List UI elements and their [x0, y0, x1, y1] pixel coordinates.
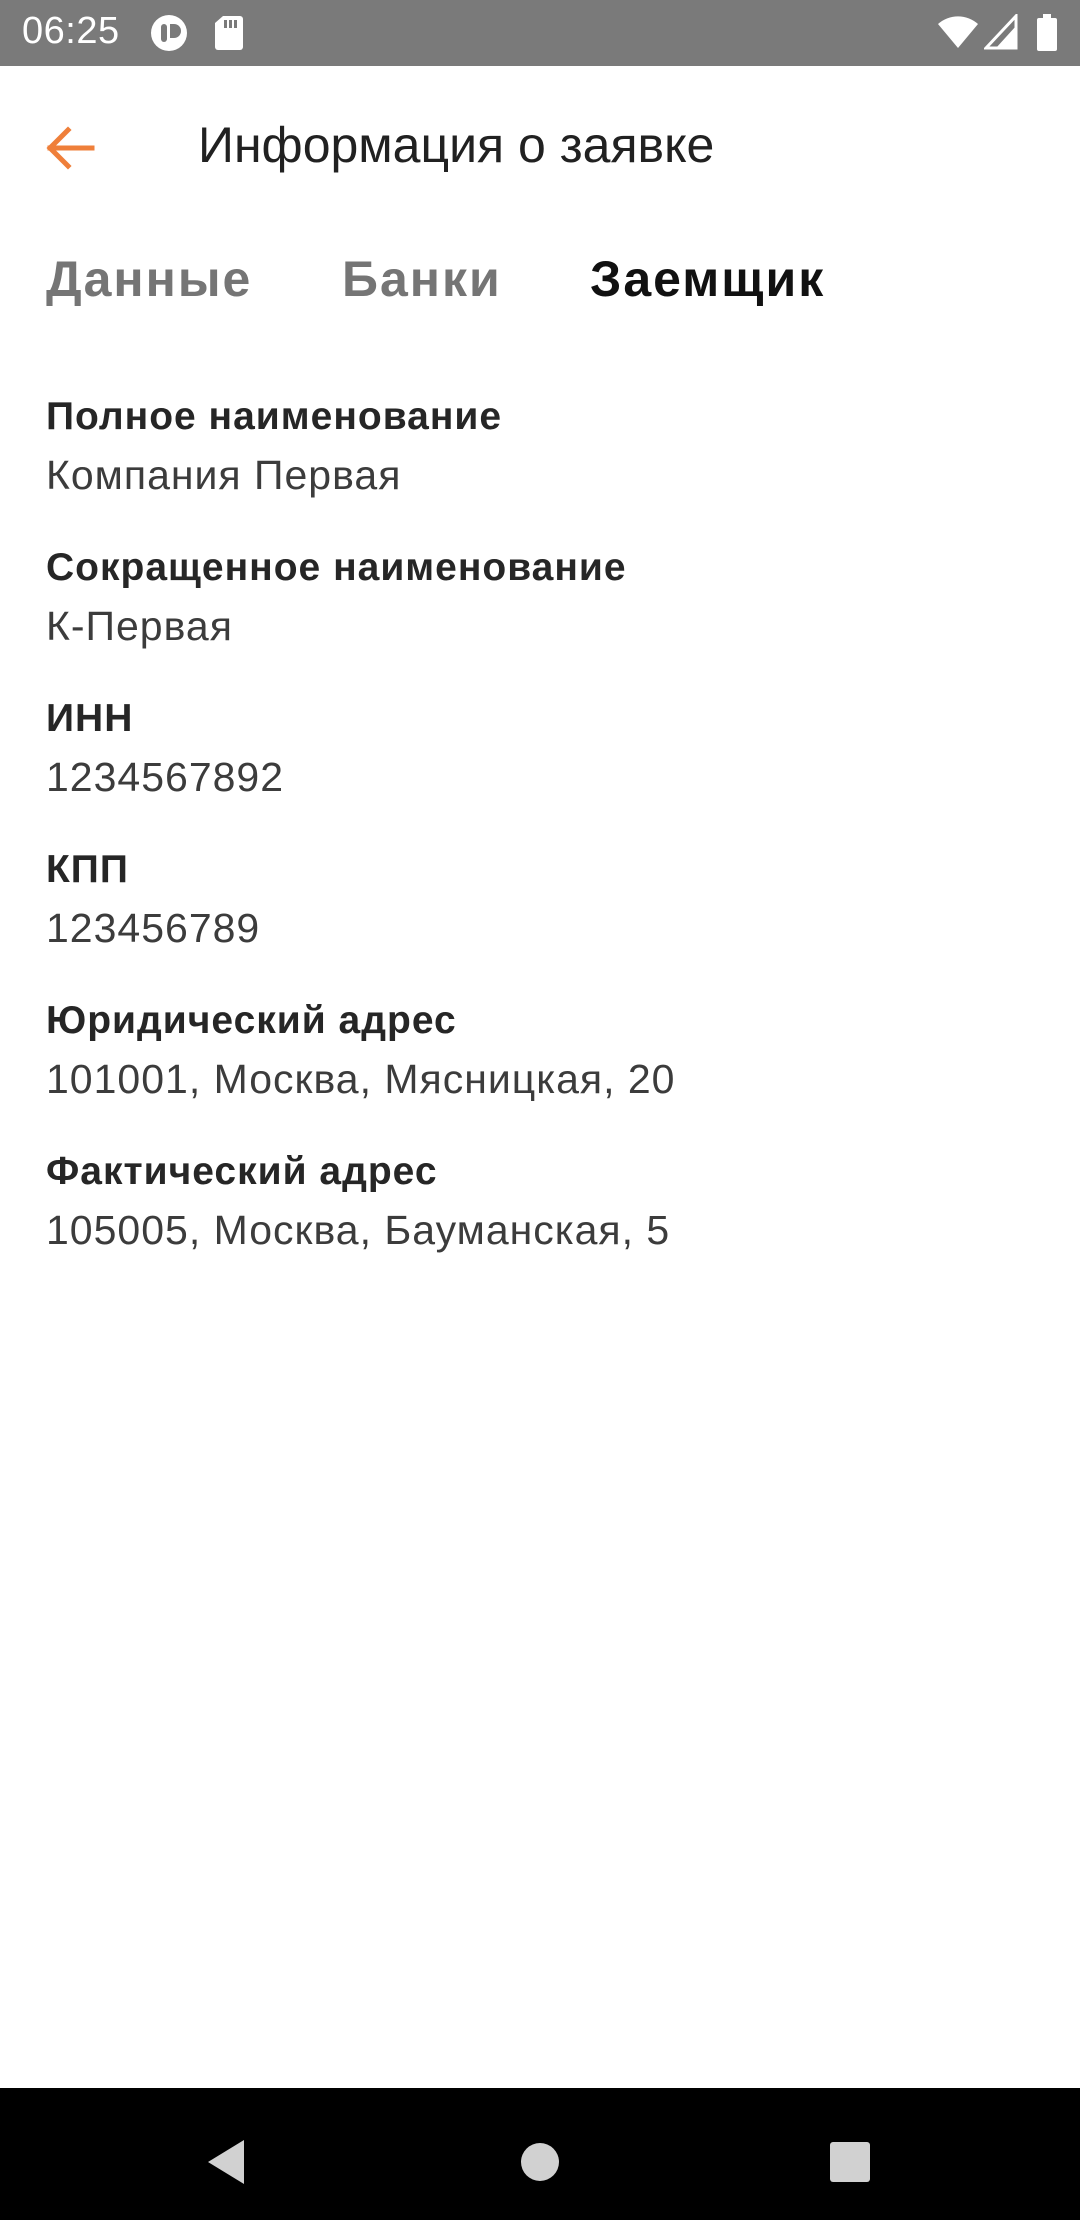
- info-value: К-Первая: [46, 603, 233, 649]
- page-title: Информация о заявке: [198, 117, 715, 173]
- wifi-icon: [936, 14, 980, 55]
- info-value: Компания Первая: [46, 452, 402, 498]
- nav-back-button[interactable]: [186, 2124, 266, 2204]
- info-label: КПП: [46, 848, 129, 891]
- arrow-back-icon: [44, 125, 96, 176]
- sd-card-icon: [214, 14, 244, 57]
- status-bar: 06:25: [0, 0, 1080, 66]
- back-button[interactable]: [30, 110, 110, 190]
- screen: 06:25 Информация о заявке Данные Банки З…: [0, 0, 1080, 2220]
- info-value: 101001, Москва, Мясницкая, 20: [46, 1056, 676, 1102]
- info-label: Полное наименование: [46, 395, 503, 438]
- navigation-bar: [0, 2088, 1080, 2220]
- tab-data[interactable]: Данные: [46, 250, 252, 308]
- info-item-kpp: КПП 123456789: [46, 841, 1046, 992]
- tab-borrower[interactable]: Заемщик: [590, 250, 825, 308]
- nav-back-icon: [204, 2138, 248, 2191]
- notification-icon: [150, 14, 188, 57]
- info-item-actual-address: Фактический адрес 105005, Москва, Бауман…: [46, 1143, 1046, 1294]
- battery-icon: [1036, 14, 1058, 57]
- signal-icon: [982, 12, 1018, 55]
- info-label: Фактический адрес: [46, 1150, 438, 1193]
- tab-banks[interactable]: Банки: [342, 250, 502, 308]
- app-bar: Информация о заявке: [0, 66, 1080, 226]
- status-time: 06:25: [22, 10, 120, 52]
- nav-recents-button[interactable]: [810, 2124, 890, 2204]
- nav-recents-icon: [829, 2141, 871, 2188]
- info-value: 123456789: [46, 905, 261, 951]
- tab-bar: Данные Банки Заемщик: [0, 250, 1080, 330]
- info-label: Сокращенное наименование: [46, 546, 627, 589]
- info-label: Юридический адрес: [46, 999, 457, 1042]
- nav-home-icon: [518, 2140, 562, 2189]
- info-item-inn: ИНН 1234567892: [46, 690, 1046, 841]
- borrower-info-list: Полное наименование Компания Первая Сокр…: [46, 388, 1046, 1294]
- info-value: 1234567892: [46, 754, 285, 800]
- info-item-short-name: Сокращенное наименование К-Первая: [46, 539, 1046, 690]
- info-value: 105005, Москва, Бауманская, 5: [46, 1207, 671, 1253]
- nav-home-button[interactable]: [500, 2124, 580, 2204]
- info-item-legal-address: Юридический адрес 101001, Москва, Мясниц…: [46, 992, 1046, 1143]
- info-label: ИНН: [46, 697, 134, 740]
- info-item-full-name: Полное наименование Компания Первая: [46, 388, 1046, 539]
